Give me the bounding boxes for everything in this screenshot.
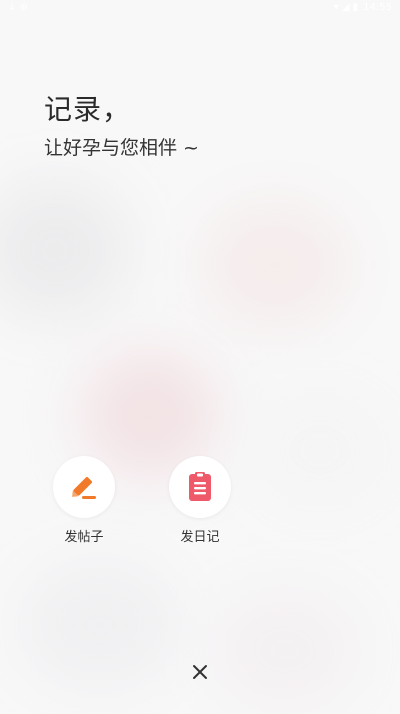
status-right: ▾ ◢ ▮ 14:55	[334, 2, 392, 13]
close-icon	[193, 665, 207, 679]
status-left-icons: ↓ ⊕	[8, 2, 28, 13]
status-bar: ↓ ⊕ ▾ ◢ ▮ 14:55	[0, 0, 400, 16]
notebook-icon	[189, 472, 211, 501]
diary-button[interactable]: 发日记	[160, 456, 240, 545]
page-title: 记录，	[44, 93, 132, 126]
diary-button-circle[interactable]	[169, 456, 231, 518]
status-time: 14:55	[363, 2, 392, 13]
post-button-label[interactable]: 发帖子	[44, 526, 124, 545]
pencil-icon	[72, 477, 96, 499]
post-button-circle[interactable]	[53, 456, 115, 518]
close-button[interactable]	[186, 658, 214, 686]
diary-button-label[interactable]: 发日记	[160, 526, 240, 545]
post-button[interactable]: 发帖子	[44, 456, 124, 545]
status-right-icons: ▾ ◢ ▮	[333, 2, 359, 13]
page-subtitle: 让好孕与您相伴 ~	[44, 137, 199, 159]
